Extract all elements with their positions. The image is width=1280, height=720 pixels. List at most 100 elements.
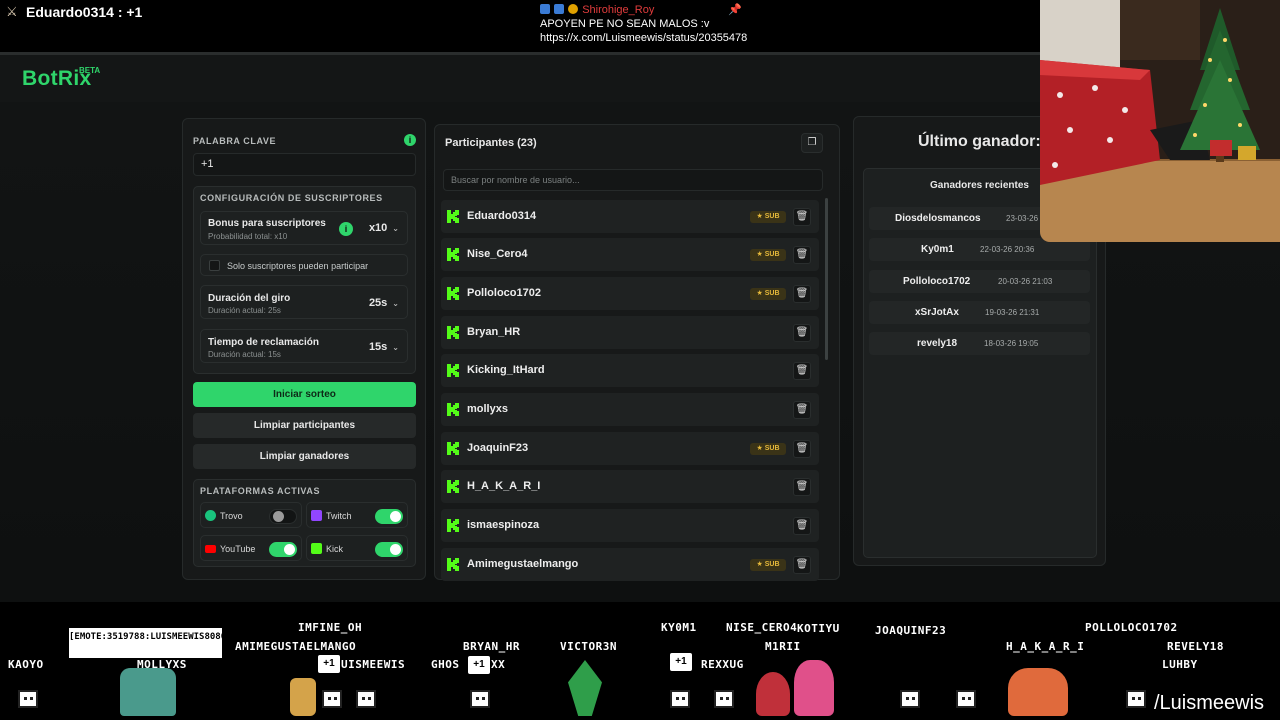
viewer-sprite [120, 668, 176, 716]
viewer-sprite [1008, 668, 1068, 716]
keyword-input[interactable]: +1 [193, 153, 416, 176]
spin-sub: Duración actual: 25s [208, 306, 281, 315]
sub-badge-label: SUB [764, 561, 780, 568]
platform-name: Twitch [326, 511, 352, 521]
viewer-name: KY0M1 [661, 621, 697, 634]
trash-icon[interactable]: 🗑 [793, 246, 811, 264]
star-icon: ★ [756, 290, 763, 297]
star-icon: ★ [756, 213, 763, 220]
spin-label: Duración del giro [208, 293, 291, 304]
plus-bubble: +1 [318, 655, 340, 673]
viewer-name: JOAQUINF23 [875, 624, 947, 637]
platform-name: Kick [326, 544, 344, 554]
clear-participants-button[interactable]: Limpiar participantes [193, 413, 416, 438]
recent-winners-title: Ganadores recientes [930, 180, 1029, 191]
star-icon: ★ [756, 251, 763, 258]
participant-row[interactable]: H_A_K_A_R_I 🗑 [441, 470, 819, 503]
youtube-icon [205, 545, 216, 553]
winner-date: 19-03-26 21:31 [985, 308, 1040, 317]
pinned-line: APOYEN PE NO SEAN MALOS :v [540, 18, 710, 30]
trash-icon[interactable]: 🗑 [793, 285, 811, 303]
twitch-toggle[interactable] [375, 509, 403, 524]
kick-icon [447, 403, 459, 416]
participant-row[interactable]: Eduardo0314 ★ SUB 🗑 [441, 200, 819, 233]
sub-badge: ★ SUB [750, 211, 786, 223]
participant-row[interactable]: Polloloco1702 ★ SUB 🗑 [441, 277, 819, 310]
viewer-sprite [900, 690, 920, 708]
viewer-name: AMIMEGUSTAELMANGO [235, 640, 357, 653]
winner-date: 18-03-26 19:05 [984, 339, 1039, 348]
trash-icon[interactable]: 🗑 [793, 517, 811, 535]
beta-badge: BETA [79, 66, 101, 75]
clear-winners-button[interactable]: Limpiar ganadores [193, 444, 416, 469]
viewer-name: XX [491, 658, 506, 671]
viewer-name: REVELY18 [1167, 640, 1224, 653]
participant-row[interactable]: Kicking_ItHard 🗑 [441, 354, 819, 387]
trash-icon[interactable]: 🗑 [793, 556, 811, 574]
youtube-toggle[interactable] [269, 542, 297, 557]
participant-name: Bryan_HR [467, 326, 521, 338]
viewer-name: H_A_K_A_R_I [1006, 640, 1085, 653]
winner-row: revely18 18-03-26 19:05 [869, 332, 1090, 355]
trash-icon[interactable]: 🗑 [793, 324, 811, 342]
only-subs-checkbox[interactable] [209, 260, 220, 271]
kick-icon [447, 558, 459, 571]
trash-icon[interactable]: 🗑 [793, 362, 811, 380]
participant-row[interactable]: ismaespinoza 🗑 [441, 509, 819, 542]
info-icon[interactable]: i [339, 222, 353, 236]
trash-icon[interactable]: 🗑 [793, 478, 811, 496]
participant-row[interactable]: Bryan_HR 🗑 [441, 316, 819, 349]
emote-bubble: [EMOTE:3519788:LUISMEEWIS8080] [69, 628, 232, 658]
chevron-down-icon: ⌄ [392, 299, 399, 308]
bonus-label: Bonus para suscriptores [208, 218, 326, 229]
viewer-name: KOTIYU [797, 622, 840, 635]
viewer-sprite [670, 690, 690, 708]
badge-icon [568, 4, 579, 14]
winner-name: Diosdelosmancos [895, 213, 981, 224]
viewer-sprite [794, 660, 834, 716]
bonus-select[interactable]: x10 ⌄ [369, 222, 399, 234]
participant-search-input[interactable]: Buscar por nombre de usuario... [443, 169, 823, 191]
participant-row[interactable]: mollyxs 🗑 [441, 393, 819, 426]
spin-select[interactable]: 25s ⌄ [369, 297, 399, 309]
start-raffle-button[interactable]: Iniciar sorteo [193, 382, 416, 407]
sub-badge-label: SUB [764, 445, 780, 452]
trovo-icon [205, 510, 216, 521]
scrollbar[interactable] [825, 198, 828, 360]
trash-icon[interactable]: 🗑 [793, 401, 811, 419]
only-subs-row[interactable]: Solo suscriptores pueden participar [200, 254, 408, 276]
kick-icon [311, 543, 322, 554]
winner-name: xSrJotAx [915, 307, 959, 318]
trash-icon[interactable]: 🗑 [793, 440, 811, 458]
viewer-sprite [18, 690, 38, 708]
pin-icon: 📌 [728, 4, 742, 16]
pinned-message: Shirohige_Roy APOYEN PE NO SEAN MALOS :v… [540, 3, 747, 45]
trovo-toggle[interactable] [269, 509, 297, 524]
sub-badge: ★ SUB [750, 443, 786, 455]
winner-date: 20-03-26 21:03 [998, 277, 1053, 286]
trash-icon[interactable]: 🗑 [793, 208, 811, 226]
participant-row[interactable]: Nise_Cero4 ★ SUB 🗑 [441, 238, 819, 271]
claim-select[interactable]: 15s ⌄ [369, 341, 399, 353]
webcam-image [1040, 0, 1280, 242]
keyword-title: PALABRA CLAVE [193, 136, 277, 146]
sub-badge: ★ SUB [750, 559, 786, 571]
viewer-name: IMFINE_OH [298, 621, 363, 634]
channel-watermark: /Luismeewis [1154, 692, 1265, 714]
info-icon[interactable]: i [404, 134, 416, 146]
viewer-name: M1RII [765, 640, 801, 653]
participant-name: mollyxs [467, 403, 508, 415]
viewer-sprite [290, 678, 316, 716]
twitch-icon [311, 510, 322, 521]
winner-date: 22-03-26 20:36 [980, 245, 1035, 254]
viewer-name: NISE_CERO4 [726, 621, 798, 634]
viewer-sprite [956, 690, 976, 708]
kick-toggle[interactable] [375, 542, 403, 557]
platform-kick: Kick [306, 535, 408, 561]
participant-row[interactable]: JoaquinF23 ★ SUB 🗑 [441, 432, 819, 465]
participant-row[interactable]: Amimegustaelmango ★ SUB 🗑 [441, 548, 819, 581]
copy-icon[interactable]: ❐ [801, 133, 823, 153]
winner-date: 23-03-26 [1006, 214, 1039, 223]
chat-text: Eduardo0314 : +1 [26, 4, 143, 20]
bonus-row: Bonus para suscriptores Probabilidad tot… [200, 211, 408, 245]
